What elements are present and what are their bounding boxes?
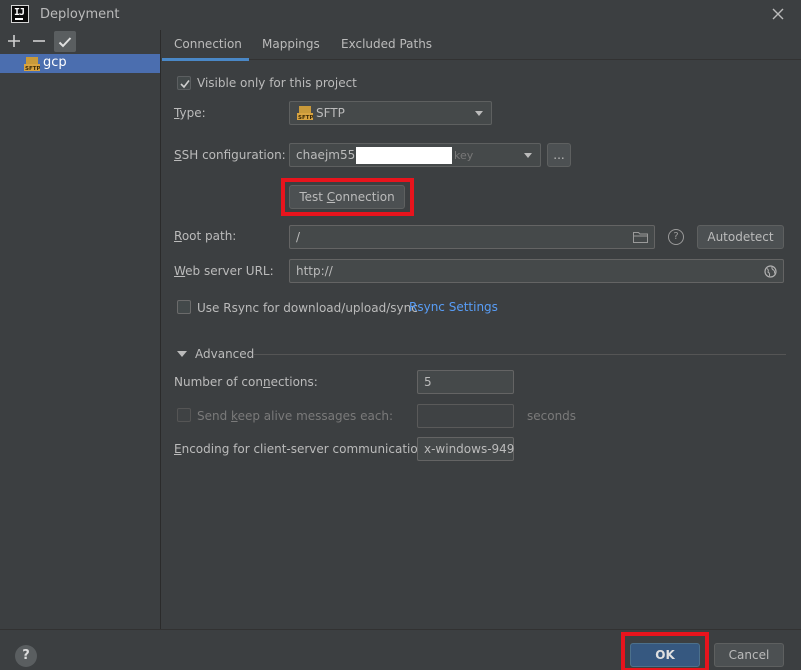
folder-icon[interactable] [633,231,648,243]
tab-excluded-paths[interactable]: Excluded Paths [329,30,444,60]
type-label: Type: [174,106,206,120]
use-rsync-checkbox[interactable] [177,300,191,314]
root-path-help-icon[interactable]: ? [668,229,684,245]
intellij-logo-icon: IJ [11,5,29,23]
keep-alive-label: Send keep alive messages each: [197,409,394,423]
ssh-config-more-button[interactable]: ... [547,143,571,167]
keep-alive-input[interactable] [417,404,514,428]
add-server-button[interactable] [3,30,25,52]
tab-connection[interactable]: Connection [162,30,249,61]
redacted-host [356,147,452,164]
sftp-icon: SFTP [297,106,313,120]
cancel-button[interactable]: Cancel [714,643,784,667]
ssh-config-select[interactable]: chaejm55@ key [289,143,541,167]
server-list-panel: SFTP gcp [0,30,161,629]
autodetect-button[interactable]: Autodetect [697,225,784,249]
close-button[interactable] [768,4,788,24]
web-server-url-label: Web server URL: [174,264,274,278]
encoding-input[interactable]: x-windows-949 [417,437,514,461]
root-path-label: Root path: [174,229,237,243]
num-connections-value: 5 [424,375,432,389]
ssh-auth-type: key [454,149,474,162]
window-title: Deployment [40,7,120,22]
type-select-value: SFTP [316,106,345,120]
type-select[interactable]: SFTP SFTP [289,101,492,125]
use-rsync-label: Use Rsync for download/upload/sync [197,301,418,315]
help-button[interactable]: ? [15,645,37,667]
keep-alive-checkbox[interactable] [177,408,191,422]
advanced-section-title[interactable]: Advanced [195,347,254,361]
advanced-separator [254,354,786,355]
dialog-footer: ? OK Cancel [0,629,801,670]
ssh-config-label: SSH configuration: [174,148,286,162]
encoding-label: Encoding for client-server communication… [174,442,430,456]
server-list-item-gcp[interactable]: SFTP gcp [0,54,160,73]
num-connections-input[interactable]: 5 [417,370,514,394]
root-path-value: / [296,230,301,244]
rsync-settings-link[interactable]: Rsync Settings [409,300,498,314]
tab-mappings[interactable]: Mappings [250,30,332,60]
svg-text:SFTP: SFTP [298,115,313,120]
minus-icon [33,40,45,42]
encoding-value: x-windows-949 [424,442,515,456]
ok-button[interactable]: OK [630,643,700,667]
root-path-input[interactable]: / [289,225,655,249]
use-as-default-button[interactable] [54,31,76,52]
web-server-url-value: http:// [296,264,333,278]
checkmark-icon [180,80,190,89]
check-icon [58,36,72,47]
globe-icon[interactable] [764,265,777,278]
title-bar: IJ Deployment [0,0,801,30]
server-list-toolbar [0,30,160,53]
test-connection-button[interactable]: Test Connection [289,185,405,209]
visible-only-label: Visible only for this project [197,76,357,90]
keep-alive-unit: seconds [527,409,577,423]
close-icon [772,8,784,20]
num-connections-label: Number of connections: [174,375,318,389]
plus-icon [8,35,20,47]
chevron-down-icon [475,111,483,116]
chevron-down-icon [524,153,532,158]
svg-text:SFTP: SFTP [25,66,40,71]
server-name: gcp [43,55,67,70]
sftp-icon: SFTP [24,57,40,71]
advanced-expand-toggle[interactable] [177,351,187,357]
remove-server-button[interactable] [28,30,50,52]
visible-only-checkbox[interactable] [177,76,191,90]
web-server-url-input[interactable]: http:// [289,259,784,283]
tab-bar: Connection Mappings Excluded Paths [162,30,801,61]
